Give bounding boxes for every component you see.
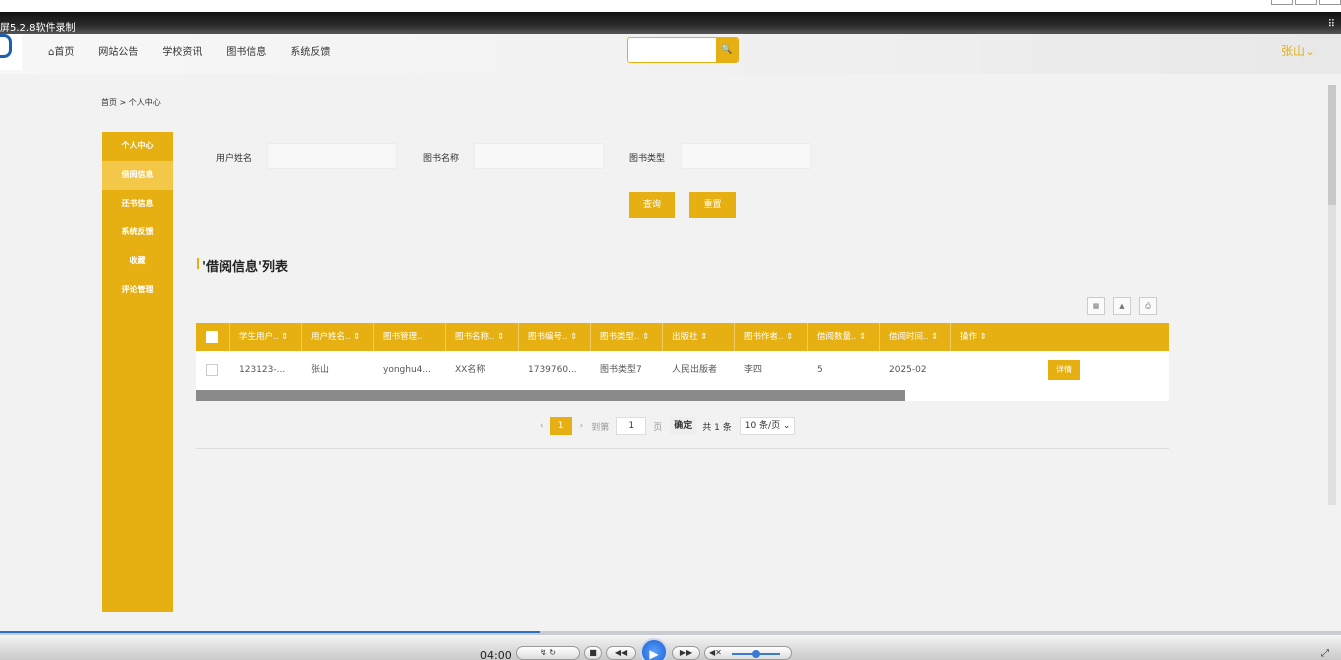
volume-knob[interactable] bbox=[752, 650, 760, 658]
col-publisher[interactable]: 出版社 ⇕ bbox=[663, 323, 735, 351]
user-menu[interactable]: 张山⌄ bbox=[1281, 42, 1315, 59]
loop-control[interactable]: ↯ ↻ bbox=[516, 646, 580, 660]
select-all-cell[interactable] bbox=[196, 323, 230, 351]
col-student-user[interactable]: 学生用户.. ⇕ bbox=[230, 323, 302, 351]
col-borrow-time[interactable]: 借阅时间.. ⇕ bbox=[880, 323, 951, 351]
col-author[interactable]: 图书作者.. ⇕ bbox=[735, 323, 808, 351]
table-header: 学生用户.. ⇕ 用户姓名.. ⇕ 图书管理.. 图书名称.. ⇕ 图书编号..… bbox=[196, 323, 1169, 351]
page-unit-label: 页 bbox=[653, 422, 663, 433]
window-buttons[interactable] bbox=[1271, 0, 1341, 5]
list-title: '借阅信息'列表 bbox=[197, 256, 288, 275]
recorder-top-strip bbox=[0, 0, 1341, 12]
user-name-label: 用户姓名 bbox=[216, 154, 253, 164]
table-toolbar: ▦ ▲ ⎙ bbox=[1087, 297, 1157, 315]
query-button[interactable]: 查询 bbox=[629, 192, 675, 218]
sidebar-item-feedback[interactable]: 系统反馈 bbox=[102, 218, 173, 247]
sidebar-item-comments[interactable]: 评论管理 bbox=[102, 276, 173, 305]
table-horizontal-scrollbar[interactable] bbox=[196, 390, 1169, 401]
search-input[interactable] bbox=[628, 38, 718, 62]
main-nav: ⌂首页 网站公告 学校资讯 图书信息 系统反馈 bbox=[48, 43, 354, 58]
book-type-input[interactable] bbox=[681, 143, 811, 169]
next-page-icon[interactable]: › bbox=[580, 421, 584, 431]
col-book-admin[interactable]: 图书管理.. bbox=[374, 323, 446, 351]
columns-icon[interactable]: ▦ bbox=[1087, 297, 1105, 315]
page-size-select[interactable]: 10 条/页 ⌄ bbox=[739, 417, 796, 435]
breadcrumb: 首页 > 个人中心 bbox=[101, 98, 161, 107]
book-type-label: 图书类型 bbox=[629, 154, 666, 164]
nav-announcements[interactable]: 网站公告 bbox=[98, 43, 138, 58]
nav-school-news[interactable]: 学校资讯 bbox=[162, 43, 202, 58]
rewind-icon[interactable]: ◀◀ bbox=[606, 646, 636, 660]
detail-button[interactable]: 详情 bbox=[1048, 359, 1080, 380]
recorder-title: 屏5.2.8软件录制 bbox=[0, 23, 76, 34]
sidebar-item-return-info[interactable]: 还书信息 bbox=[102, 190, 173, 219]
col-borrow-count[interactable]: 借阅数量.. ⇕ bbox=[808, 323, 880, 351]
cell-user-name: 张山 bbox=[311, 365, 330, 375]
stop-icon[interactable]: ■ bbox=[584, 646, 602, 660]
nav-feedback[interactable]: 系统反馈 bbox=[290, 43, 330, 58]
col-user-name[interactable]: 用户姓名.. ⇕ bbox=[302, 323, 374, 351]
goto-label: 到第 bbox=[591, 422, 610, 433]
refresh-icon[interactable]: ↻ bbox=[549, 648, 556, 657]
sidebar-item-profile[interactable]: 个人中心 bbox=[102, 132, 173, 161]
sidebar: 个人中心 借阅信息 还书信息 系统反馈 收藏 评论管理 bbox=[102, 132, 173, 612]
cell-actions: 详情 bbox=[951, 351, 1167, 390]
forward-icon[interactable]: ▶▶ bbox=[672, 646, 700, 660]
header-search: 🔍 bbox=[627, 37, 739, 63]
cell-publisher: 人民出版者 bbox=[672, 365, 718, 375]
col-book-type[interactable]: 图书类型.. ⇕ bbox=[591, 323, 663, 351]
current-page[interactable]: 1 bbox=[549, 417, 572, 435]
table-row: 123123-... 张山 yonghu4... XX名称 1739760...… bbox=[196, 351, 1169, 390]
sidebar-item-borrow-info[interactable]: 借阅信息 bbox=[102, 160, 173, 190]
select-all-checkbox[interactable] bbox=[206, 330, 218, 343]
cell-book-type: 图书类型7 bbox=[600, 365, 642, 375]
recorder-title-bar bbox=[0, 12, 1341, 34]
mute-icon[interactable]: ◀✕ bbox=[709, 648, 722, 657]
content-divider bbox=[196, 448, 1169, 449]
nav-home[interactable]: ⌂首页 bbox=[48, 43, 74, 58]
player-controls-bar bbox=[0, 635, 1341, 660]
cell-borrow-count: 5 bbox=[817, 365, 823, 375]
goto-page-input[interactable]: 1 bbox=[616, 417, 647, 435]
book-name-label: 图书名称 bbox=[423, 154, 460, 164]
user-name-input[interactable] bbox=[267, 143, 397, 169]
row-select-cell[interactable] bbox=[196, 351, 230, 390]
nav-book-info[interactable]: 图书信息 bbox=[226, 43, 266, 58]
search-icon[interactable]: 🔍 bbox=[716, 38, 738, 62]
play-icon[interactable]: ▶ bbox=[640, 638, 668, 660]
playback-time: 04:00 bbox=[480, 649, 512, 660]
cell-book-name: XX名称 bbox=[455, 365, 486, 375]
sidebar-item-favorites[interactable]: 收藏 bbox=[102, 247, 173, 276]
print-icon[interactable]: ⎙ bbox=[1139, 297, 1157, 315]
fullscreen-icon[interactable]: ⤢ bbox=[1321, 648, 1329, 659]
col-book-name[interactable]: 图书名称.. ⇕ bbox=[446, 323, 519, 351]
reset-button[interactable]: 重置 bbox=[689, 192, 736, 218]
pagination: ‹ 1 › 到第 1 页 确定 共 1 条 10 条/页 ⌄ bbox=[540, 417, 796, 435]
grid-icon[interactable]: ⠿ bbox=[1328, 19, 1335, 30]
col-actions[interactable]: 操作 ⇕ bbox=[951, 323, 1167, 351]
cell-student-user: 123123-... bbox=[239, 365, 286, 375]
export-icon[interactable]: ▲ bbox=[1113, 297, 1131, 315]
book-name-input[interactable] bbox=[474, 143, 604, 169]
cell-borrow-time: 2025-02 bbox=[889, 365, 927, 375]
prev-page-icon[interactable]: ‹ bbox=[540, 421, 544, 431]
total-count: 共 1 条 bbox=[702, 422, 732, 433]
page-vertical-scrollbar[interactable] bbox=[1328, 85, 1336, 505]
row-checkbox[interactable] bbox=[206, 363, 218, 376]
cell-author: 李四 bbox=[744, 365, 763, 375]
loop-icon[interactable]: ↯ bbox=[540, 648, 547, 657]
col-book-number[interactable]: 图书编号.. ⇕ bbox=[519, 323, 591, 351]
site-logo bbox=[0, 34, 22, 70]
cell-book-admin: yonghu4... bbox=[383, 365, 431, 375]
goto-confirm-button[interactable]: 确定 bbox=[670, 417, 697, 435]
cell-book-number: 1739760... bbox=[528, 365, 577, 375]
